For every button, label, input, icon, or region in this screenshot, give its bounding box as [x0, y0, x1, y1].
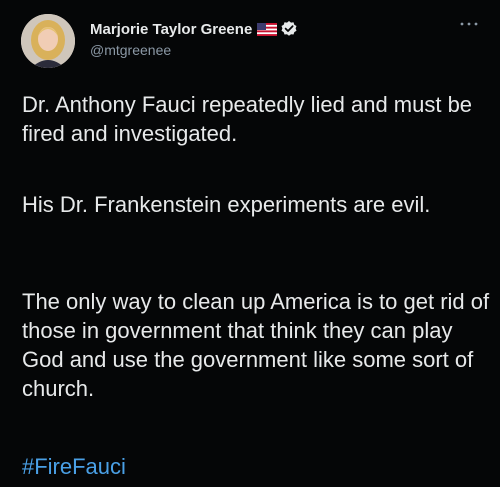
- verified-badge-icon: [280, 20, 298, 38]
- tweet-paragraph: The only way to clean up America is to g…: [22, 289, 490, 401]
- avatar[interactable]: [21, 14, 75, 68]
- us-flag-icon: [257, 22, 278, 36]
- more-options-icon[interactable]: [456, 14, 482, 34]
- avatar-image: [21, 14, 75, 68]
- tweet-paragraph: His Dr. Frankenstein experiments are evi…: [22, 192, 431, 217]
- tweet-card: Marjorie Taylor Greene @mtgreenee Dr. An…: [0, 0, 500, 487]
- display-name[interactable]: Marjorie Taylor Greene: [90, 21, 252, 38]
- author-name-row[interactable]: Marjorie Taylor Greene: [90, 18, 298, 40]
- user-handle[interactable]: @mtgreenee: [90, 42, 171, 58]
- hashtag-link[interactable]: #FireFauci: [22, 452, 126, 481]
- tweet-paragraph: Dr. Anthony Fauci repeatedly lied and mu…: [22, 92, 473, 146]
